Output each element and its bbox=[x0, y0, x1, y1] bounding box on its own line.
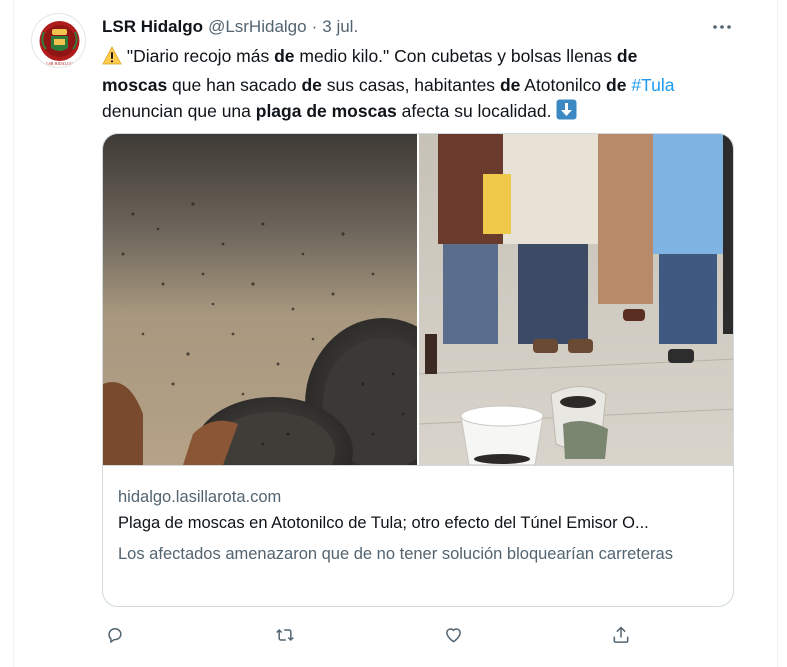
text-segment: Atotonilco bbox=[520, 75, 606, 95]
tweet-actions bbox=[102, 622, 632, 648]
text-segment: afecta su localidad. bbox=[396, 101, 557, 121]
tweet-header: LSR Hidalgo @LsrHidalgo · 3 jul. bbox=[102, 16, 358, 38]
tweet-line-2: moscas que han sacado de sus casas, habi… bbox=[102, 72, 732, 98]
like-button[interactable] bbox=[440, 622, 466, 648]
bold-text: de bbox=[606, 75, 627, 95]
avatar[interactable]: LSR HIDALGO bbox=[31, 13, 86, 68]
text-segment: "Diario recojo más bbox=[122, 46, 275, 66]
more-options-icon bbox=[713, 25, 731, 29]
link-card[interactable]: hidalgo.lasillarota.com Plaga de moscas … bbox=[102, 133, 734, 607]
tweet-line-3: denuncian que una plaga de moscas afecta… bbox=[102, 98, 732, 127]
card-domain: hidalgo.lasillarota.com bbox=[118, 488, 282, 506]
hashtag-link[interactable]: #Tula bbox=[631, 75, 674, 95]
reply-button[interactable] bbox=[102, 622, 128, 648]
card-description: Los afectados amenazaron que de no tener… bbox=[118, 545, 673, 563]
reply-icon bbox=[108, 628, 122, 643]
card-meta[interactable]: hidalgo.lasillarota.com Plaga de moscas … bbox=[103, 465, 733, 606]
separator: · bbox=[311, 17, 318, 36]
svg-text:LSR HIDALGO: LSR HIDALGO bbox=[46, 61, 73, 66]
card-image[interactable] bbox=[103, 134, 733, 507]
author-handle[interactable]: @LsrHidalgo bbox=[208, 17, 307, 37]
lsr-logo-icon: LSR HIDALGO bbox=[39, 21, 80, 66]
bold-text: moscas bbox=[102, 75, 168, 95]
more-options-button[interactable] bbox=[710, 18, 734, 36]
bold-text: de bbox=[274, 46, 295, 66]
bold-text: de bbox=[499, 75, 521, 95]
text-segment: que han sacado bbox=[167, 75, 302, 95]
down-arrow-emoji-icon bbox=[556, 99, 577, 127]
timestamp[interactable]: 3 jul. bbox=[322, 17, 358, 37]
share-icon bbox=[613, 626, 629, 643]
like-icon bbox=[445, 628, 461, 643]
author-name[interactable]: LSR Hidalgo bbox=[102, 17, 203, 37]
text-segment: sus casas, habitantes bbox=[321, 75, 500, 95]
retweet-button[interactable] bbox=[272, 622, 298, 648]
warning-emoji-icon bbox=[102, 46, 122, 72]
retweet-icon bbox=[276, 628, 294, 642]
bold-text: de bbox=[616, 46, 638, 66]
bold-text: de bbox=[301, 75, 322, 95]
share-button[interactable] bbox=[608, 622, 634, 648]
bold-text: plaga de moscas bbox=[255, 101, 397, 121]
card-title: Plaga de moscas en Atotonilco de Tula; o… bbox=[118, 514, 649, 532]
card-photo bbox=[103, 134, 733, 507]
text-segment: denuncian que una bbox=[102, 101, 256, 121]
tweet-line-1: "Diario recojo más de medio kilo." Con c… bbox=[102, 43, 732, 72]
tweet-text: "Diario recojo más de medio kilo." Con c… bbox=[102, 43, 732, 127]
text-segment: medio kilo." Con cubetas y bolsas llenas bbox=[294, 46, 617, 66]
